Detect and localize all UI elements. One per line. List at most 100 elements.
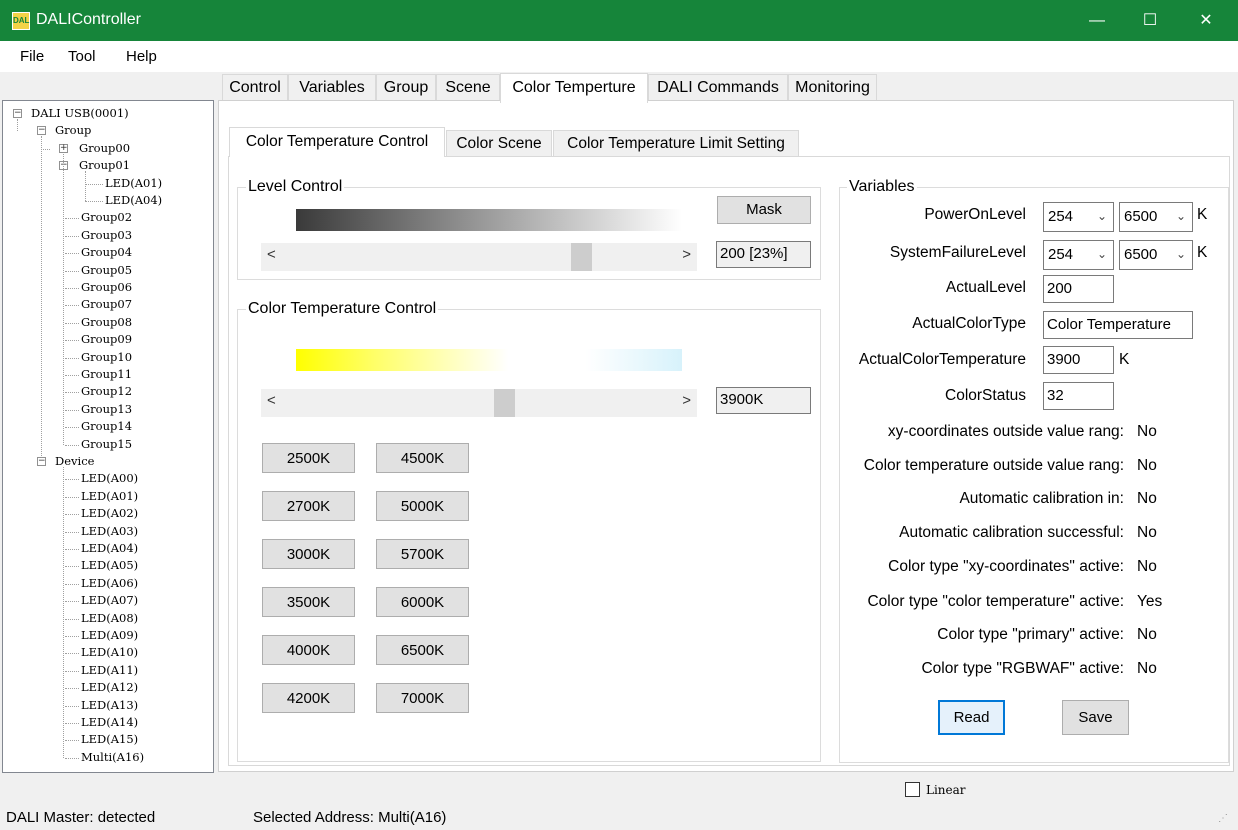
tree-group-item[interactable]: Group04 xyxy=(81,245,132,259)
scroll-right-icon[interactable]: > xyxy=(682,392,691,409)
mask-button[interactable]: Mask xyxy=(717,196,811,224)
ct-slider-thumb[interactable] xyxy=(494,389,515,417)
tree-group-item[interactable]: Group06 xyxy=(81,280,132,294)
tree-device-item[interactable]: LED(A10) xyxy=(81,645,138,659)
tab-dali-commands[interactable]: DALI Commands xyxy=(648,74,788,101)
tree-device-item[interactable]: LED(A02) xyxy=(81,506,138,520)
tree-device-item[interactable]: LED(A08) xyxy=(81,611,138,625)
tree-group-item[interactable]: Group12 xyxy=(81,384,132,398)
system-failure-temp-select[interactable]: 6500 ⌄ xyxy=(1119,240,1193,270)
preset-2500k-button[interactable]: 2500K xyxy=(262,443,355,473)
device-tree[interactable]: − DALI USB(0001) − Group + Group00− Group01 LED… xyxy=(2,100,214,773)
menu-tool[interactable]: Tool xyxy=(68,48,96,65)
tree-line xyxy=(65,705,79,707)
preset-6000k-button[interactable]: 6000K xyxy=(376,587,469,617)
tab-scene[interactable]: Scene xyxy=(436,74,500,101)
tree-group-item[interactable]: Group02 xyxy=(81,210,132,224)
tree-group-item[interactable]: Group07 xyxy=(81,297,132,311)
tree-group-item[interactable]: Group14 xyxy=(81,419,132,433)
collapse-icon[interactable]: − xyxy=(13,109,22,118)
tab-group[interactable]: Group xyxy=(376,74,436,101)
tree-device-item[interactable]: LED(A03) xyxy=(81,524,138,538)
power-on-level-select[interactable]: 254 ⌄ xyxy=(1043,202,1114,232)
tab-variables[interactable]: Variables xyxy=(288,74,376,101)
scroll-right-icon[interactable]: > xyxy=(682,246,691,263)
preset-4500k-button[interactable]: 4500K xyxy=(376,443,469,473)
tree-device-item[interactable]: LED(A07) xyxy=(81,593,138,607)
status-row-label: Automatic calibration in: xyxy=(959,490,1124,507)
tree-device-item[interactable]: LED(A14) xyxy=(81,715,138,729)
tree-device-item[interactable]: LED(A01) xyxy=(81,489,138,503)
status-row-value: No xyxy=(1137,490,1157,507)
preset-3000k-button[interactable]: 3000K xyxy=(262,539,355,569)
actual-color-type-field[interactable]: Color Temperature xyxy=(1043,311,1193,339)
power-on-temp-select[interactable]: 6500 ⌄ xyxy=(1119,202,1193,232)
status-row-label: Color type "primary" active: xyxy=(937,626,1124,643)
ct-slider[interactable]: < > xyxy=(261,389,697,417)
color-status-label: ColorStatus xyxy=(945,387,1026,404)
preset-5000k-button[interactable]: 5000K xyxy=(376,491,469,521)
minimize-button[interactable]: — xyxy=(1074,0,1120,41)
tree-device-item[interactable]: LED(A12) xyxy=(81,680,138,694)
actual-level-field[interactable]: 200 xyxy=(1043,275,1114,303)
menu-file[interactable]: File xyxy=(20,48,44,65)
color-status-field[interactable]: 32 xyxy=(1043,382,1114,410)
tree-device-item[interactable]: LED(A11) xyxy=(81,663,138,677)
status-row-value: No xyxy=(1137,423,1157,440)
tree-device-item[interactable]: Multi(A16) xyxy=(81,750,144,764)
tree-device-item[interactable]: LED(A05) xyxy=(81,558,138,572)
tree-group-item[interactable]: Group13 xyxy=(81,402,132,416)
subtab-color-temperature-limit-setting[interactable]: Color Temperature Limit Setting xyxy=(553,130,799,157)
tree-group01-child[interactable]: LED(A01) xyxy=(105,176,162,190)
tree-group-folder[interactable]: Group xyxy=(55,123,91,137)
tree-root[interactable]: DALI USB(0001) xyxy=(31,106,129,120)
scroll-left-icon[interactable]: < xyxy=(267,392,276,409)
tree-line xyxy=(65,340,79,342)
tree-device-item[interactable]: LED(A15) xyxy=(81,732,138,746)
tree-device-item[interactable]: LED(A06) xyxy=(81,576,138,590)
resize-grip-icon[interactable]: ⋰ xyxy=(1218,813,1228,824)
collapse-icon[interactable]: − xyxy=(37,457,46,466)
tab-color-temperture[interactable]: Color Temperture xyxy=(500,73,648,103)
preset-4200k-button[interactable]: 4200K xyxy=(262,683,355,713)
tree-group-item[interactable]: Group03 xyxy=(81,228,132,242)
tree-device-item[interactable]: LED(A04) xyxy=(81,541,138,555)
level-slider[interactable]: < > xyxy=(261,243,697,271)
expand-icon[interactable]: + xyxy=(59,143,68,153)
preset-3500k-button[interactable]: 3500K xyxy=(262,587,355,617)
maximize-button[interactable]: ☐ xyxy=(1127,0,1173,41)
level-slider-thumb[interactable] xyxy=(571,243,592,271)
ct-control-title: Color Temperature Control xyxy=(246,300,439,318)
tree-group01[interactable]: Group01 xyxy=(79,158,130,172)
tree-group-item[interactable]: Group09 xyxy=(81,332,132,346)
preset-6500k-button[interactable]: 6500K xyxy=(376,635,469,665)
tree-device-item[interactable]: LED(A00) xyxy=(81,471,138,485)
tree-group00[interactable]: Group00 xyxy=(79,141,130,155)
actual-color-temperature-field[interactable]: 3900 xyxy=(1043,346,1114,374)
tree-device-item[interactable]: LED(A13) xyxy=(81,698,138,712)
tab-control[interactable]: Control xyxy=(222,74,288,101)
tree-device-item[interactable]: LED(A09) xyxy=(81,628,138,642)
collapse-icon[interactable]: − xyxy=(37,126,46,136)
tree-group-item[interactable]: Group05 xyxy=(81,263,132,277)
tab-monitoring[interactable]: Monitoring xyxy=(788,74,877,101)
preset-4000k-button[interactable]: 4000K xyxy=(262,635,355,665)
preset-5700k-button[interactable]: 5700K xyxy=(376,539,469,569)
linear-checkbox[interactable] xyxy=(905,782,920,797)
subtab-color-scene[interactable]: Color Scene xyxy=(446,130,552,157)
system-failure-level-select[interactable]: 254 ⌄ xyxy=(1043,240,1114,270)
tree-group-item[interactable]: Group15 xyxy=(81,437,132,451)
scroll-left-icon[interactable]: < xyxy=(267,246,276,263)
subtab-color-temperature-control[interactable]: Color Temperature Control xyxy=(229,127,445,157)
save-button[interactable]: Save xyxy=(1062,700,1129,735)
close-button[interactable]: ✕ xyxy=(1183,0,1229,41)
preset-2700k-button[interactable]: 2700K xyxy=(262,491,355,521)
tree-device-folder[interactable]: Device xyxy=(55,454,94,468)
tree-group01-child[interactable]: LED(A04) xyxy=(105,193,162,207)
tree-group-item[interactable]: Group08 xyxy=(81,315,132,329)
read-button[interactable]: Read xyxy=(938,700,1005,735)
preset-7000k-button[interactable]: 7000K xyxy=(376,683,469,713)
tree-group-item[interactable]: Group10 xyxy=(81,350,132,364)
tree-group-item[interactable]: Group11 xyxy=(81,367,132,381)
menu-help[interactable]: Help xyxy=(126,48,157,65)
